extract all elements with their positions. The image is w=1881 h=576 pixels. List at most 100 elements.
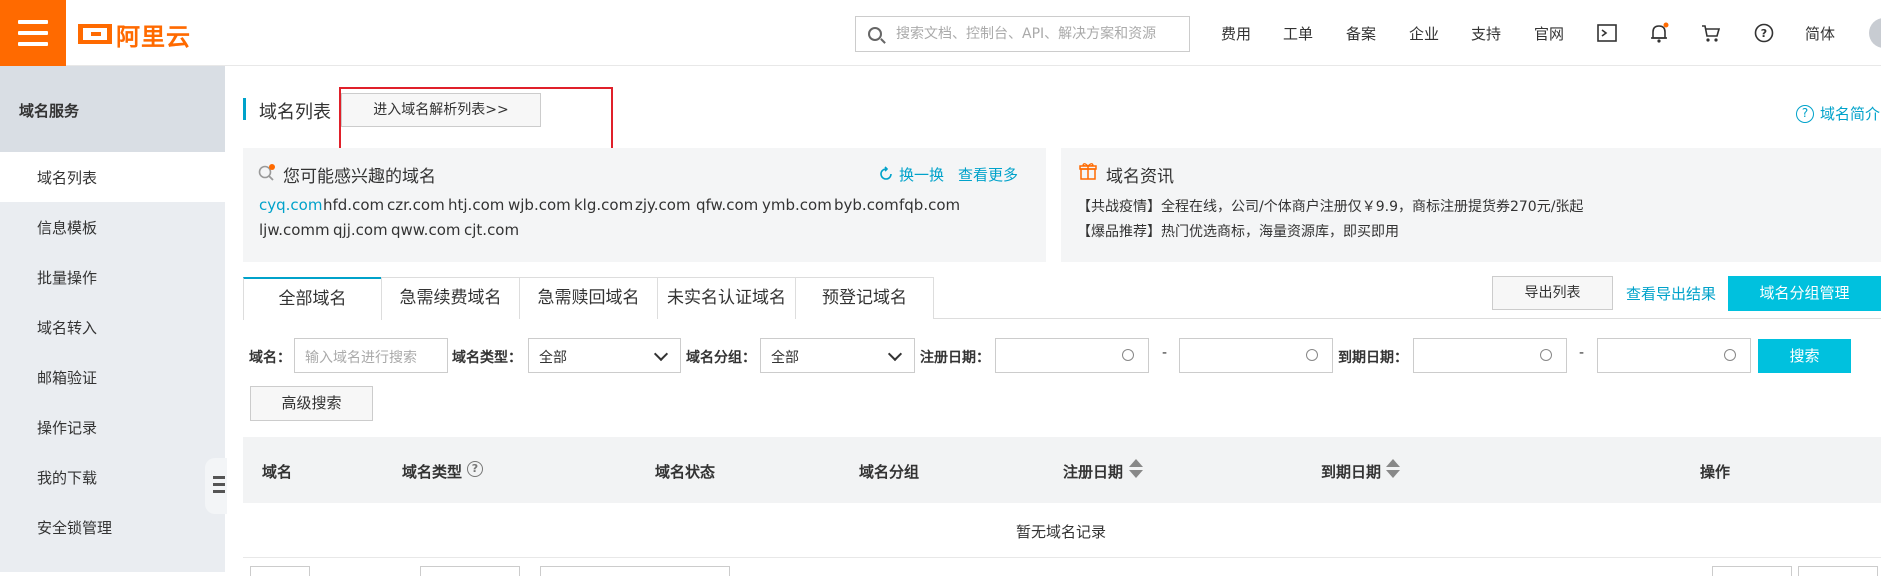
domain-suggestion[interactable]: cjt.com bbox=[464, 221, 519, 239]
type-filter-label: 域名类型： bbox=[452, 350, 522, 366]
date-separator: - bbox=[1579, 345, 1585, 361]
top-bar: 阿里云 费用 工单 备案 企业 支持 官网 ? 简体 bbox=[0, 0, 1881, 66]
domain-suggestion[interactable]: klg.com bbox=[574, 196, 633, 214]
sidebar-title: 域名服务 bbox=[0, 66, 225, 152]
col-reg-date[interactable]: 注册日期 bbox=[1063, 461, 1123, 482]
menu-icon[interactable] bbox=[0, 0, 66, 66]
news-item[interactable]: 【爆品推荐】热门优选商标，海量资源库，即买即用 bbox=[1077, 221, 1399, 241]
exp-date-end[interactable] bbox=[1597, 338, 1751, 373]
domain-filter-label: 域名： bbox=[249, 350, 291, 366]
nav-enterprise[interactable]: 企业 bbox=[1409, 23, 1439, 44]
suggested-title: 您可能感兴趣的域名 bbox=[283, 167, 436, 187]
search-button[interactable]: 搜索 bbox=[1758, 339, 1851, 373]
sidebar-item-email-verify[interactable]: 邮箱验证 bbox=[0, 352, 225, 402]
search-input[interactable] bbox=[896, 17, 1186, 51]
sidebar-item-domain-list[interactable]: 域名列表 bbox=[0, 152, 225, 202]
tab-renewal-due[interactable]: 急需续费域名 bbox=[381, 277, 520, 319]
sidebar-collapse-handle[interactable] bbox=[205, 458, 227, 514]
question-icon[interactable]: ? bbox=[467, 461, 483, 477]
sidebar: 域名服务 域名列表 信息模板 批量操作 域名转入 邮箱验证 操作记录 我的下载 … bbox=[0, 66, 227, 572]
pager-control[interactable] bbox=[540, 566, 730, 576]
export-result-link[interactable]: 查看导出结果 bbox=[1626, 283, 1716, 304]
nav-website[interactable]: 官网 bbox=[1534, 23, 1564, 44]
domain-group-button[interactable]: 域名分组管理 bbox=[1728, 276, 1881, 311]
domain-suggestion[interactable]: htj.com bbox=[448, 196, 504, 214]
intro-link-label: 域名简介 bbox=[1820, 105, 1881, 123]
page-title: 域名列表 bbox=[259, 102, 331, 123]
clock-icon bbox=[1122, 349, 1134, 361]
view-more-link[interactable]: 查看更多 bbox=[958, 164, 1018, 185]
tab-all-domains[interactable]: 全部域名 bbox=[243, 277, 382, 320]
exp-date-start[interactable] bbox=[1413, 338, 1567, 373]
suggested-domains-panel: 您可能感兴趣的域名 换一换 查看更多 cyq.com hfd.com czr.c… bbox=[243, 148, 1046, 262]
table-header: 域名 域名类型 ? 域名状态 域名分组 注册日期 到期日期 操作 bbox=[243, 437, 1881, 503]
domain-suggestion[interactable]: qfw.com bbox=[696, 196, 758, 214]
domain-suggestion[interactable]: cyq.com bbox=[259, 196, 322, 214]
logo[interactable]: 阿里云 bbox=[78, 18, 191, 51]
domain-suggestion[interactable]: qww.com bbox=[391, 221, 461, 239]
terminal-icon[interactable] bbox=[1596, 22, 1618, 44]
sort-icon[interactable] bbox=[1386, 459, 1400, 479]
avatar[interactable] bbox=[1869, 18, 1881, 48]
aliyun-logo-icon bbox=[78, 24, 112, 44]
advanced-search-button[interactable]: 高级搜索 bbox=[250, 386, 373, 421]
pager-control[interactable] bbox=[1798, 566, 1878, 576]
col-group: 域名分组 bbox=[859, 463, 920, 481]
export-list-button[interactable]: 导出列表 bbox=[1492, 276, 1613, 310]
tab-preregistered[interactable]: 预登记域名 bbox=[795, 277, 934, 319]
domain-suggestion[interactable]: ymb.com bbox=[762, 196, 832, 214]
group-select[interactable]: 全部 bbox=[760, 338, 915, 373]
domain-suggestion[interactable]: qjj.com bbox=[333, 221, 388, 239]
sidebar-item-transfer-in[interactable]: 域名转入 bbox=[0, 302, 225, 352]
sort-icon[interactable] bbox=[1129, 459, 1143, 479]
domain-suggestion[interactable]: ljw.comm bbox=[259, 221, 330, 239]
reg-date-end[interactable] bbox=[1179, 338, 1333, 373]
news-title: 域名资讯 bbox=[1106, 167, 1174, 187]
sidebar-item-op-log[interactable]: 操作记录 bbox=[0, 402, 225, 452]
chevron-down-icon bbox=[887, 346, 903, 362]
intro-link[interactable]: ? 域名简介 bbox=[1796, 103, 1880, 124]
chevron-down-icon bbox=[653, 346, 669, 362]
search-icon bbox=[868, 27, 882, 41]
domain-suggestion[interactable]: fqb.com bbox=[899, 196, 960, 214]
clock-icon bbox=[1724, 349, 1736, 361]
col-exp-date[interactable]: 到期日期 bbox=[1321, 461, 1381, 482]
cart-icon[interactable] bbox=[1700, 22, 1722, 44]
nav-billing[interactable]: 费用 bbox=[1221, 23, 1251, 44]
reg-date-label: 注册日期： bbox=[920, 350, 990, 366]
pager-control[interactable] bbox=[250, 566, 310, 576]
nav-ticket[interactable]: 工单 bbox=[1283, 23, 1313, 44]
sidebar-item-info-template[interactable]: 信息模板 bbox=[0, 202, 225, 252]
bell-icon[interactable] bbox=[1648, 22, 1670, 44]
domain-search-input[interactable]: 输入域名进行搜索 bbox=[294, 338, 448, 373]
title-accent bbox=[243, 98, 246, 120]
tab-unverified[interactable]: 未实名认证域名 bbox=[657, 277, 796, 319]
exp-date-label: 到期日期： bbox=[1338, 350, 1408, 366]
logo-text: 阿里云 bbox=[116, 22, 191, 51]
global-search[interactable] bbox=[855, 16, 1190, 52]
domain-suggestion[interactable]: zjy.com bbox=[635, 196, 691, 214]
news-item[interactable]: 【共战疫情】全程在线，公司/个体商户注册仅￥9.9，商标注册提货券270元/张起 bbox=[1077, 196, 1583, 216]
reg-date-start[interactable] bbox=[995, 338, 1149, 373]
sidebar-item-downloads[interactable]: 我的下载 bbox=[0, 452, 225, 502]
type-select[interactable]: 全部 bbox=[528, 338, 681, 373]
tab-redemption-due[interactable]: 急需赎回域名 bbox=[519, 277, 658, 319]
pager-control[interactable] bbox=[420, 566, 520, 576]
sidebar-item-batch-ops[interactable]: 批量操作 bbox=[0, 252, 225, 302]
refresh-icon[interactable] bbox=[878, 166, 894, 182]
domain-suggestion[interactable]: wjb.com bbox=[508, 196, 571, 214]
domain-suggestion[interactable]: byb.com bbox=[834, 196, 899, 214]
refresh-link[interactable]: 换一换 bbox=[899, 164, 944, 185]
nav-support[interactable]: 支持 bbox=[1471, 23, 1501, 44]
question-icon: ? bbox=[1796, 104, 1814, 123]
gift-icon bbox=[1079, 163, 1097, 180]
sidebar-item-security-lock[interactable]: 安全锁管理 bbox=[0, 502, 225, 552]
nav-filing[interactable]: 备案 bbox=[1346, 23, 1376, 44]
domain-suggestion[interactable]: hfd.com bbox=[323, 196, 384, 214]
col-actions: 操作 bbox=[1700, 463, 1731, 481]
group-select-value: 全部 bbox=[771, 350, 799, 366]
domain-suggestion[interactable]: czr.com bbox=[387, 196, 445, 214]
pager-control[interactable] bbox=[1712, 566, 1792, 576]
help-icon[interactable]: ? bbox=[1753, 22, 1775, 44]
language-switch[interactable]: 简体 bbox=[1805, 23, 1835, 44]
